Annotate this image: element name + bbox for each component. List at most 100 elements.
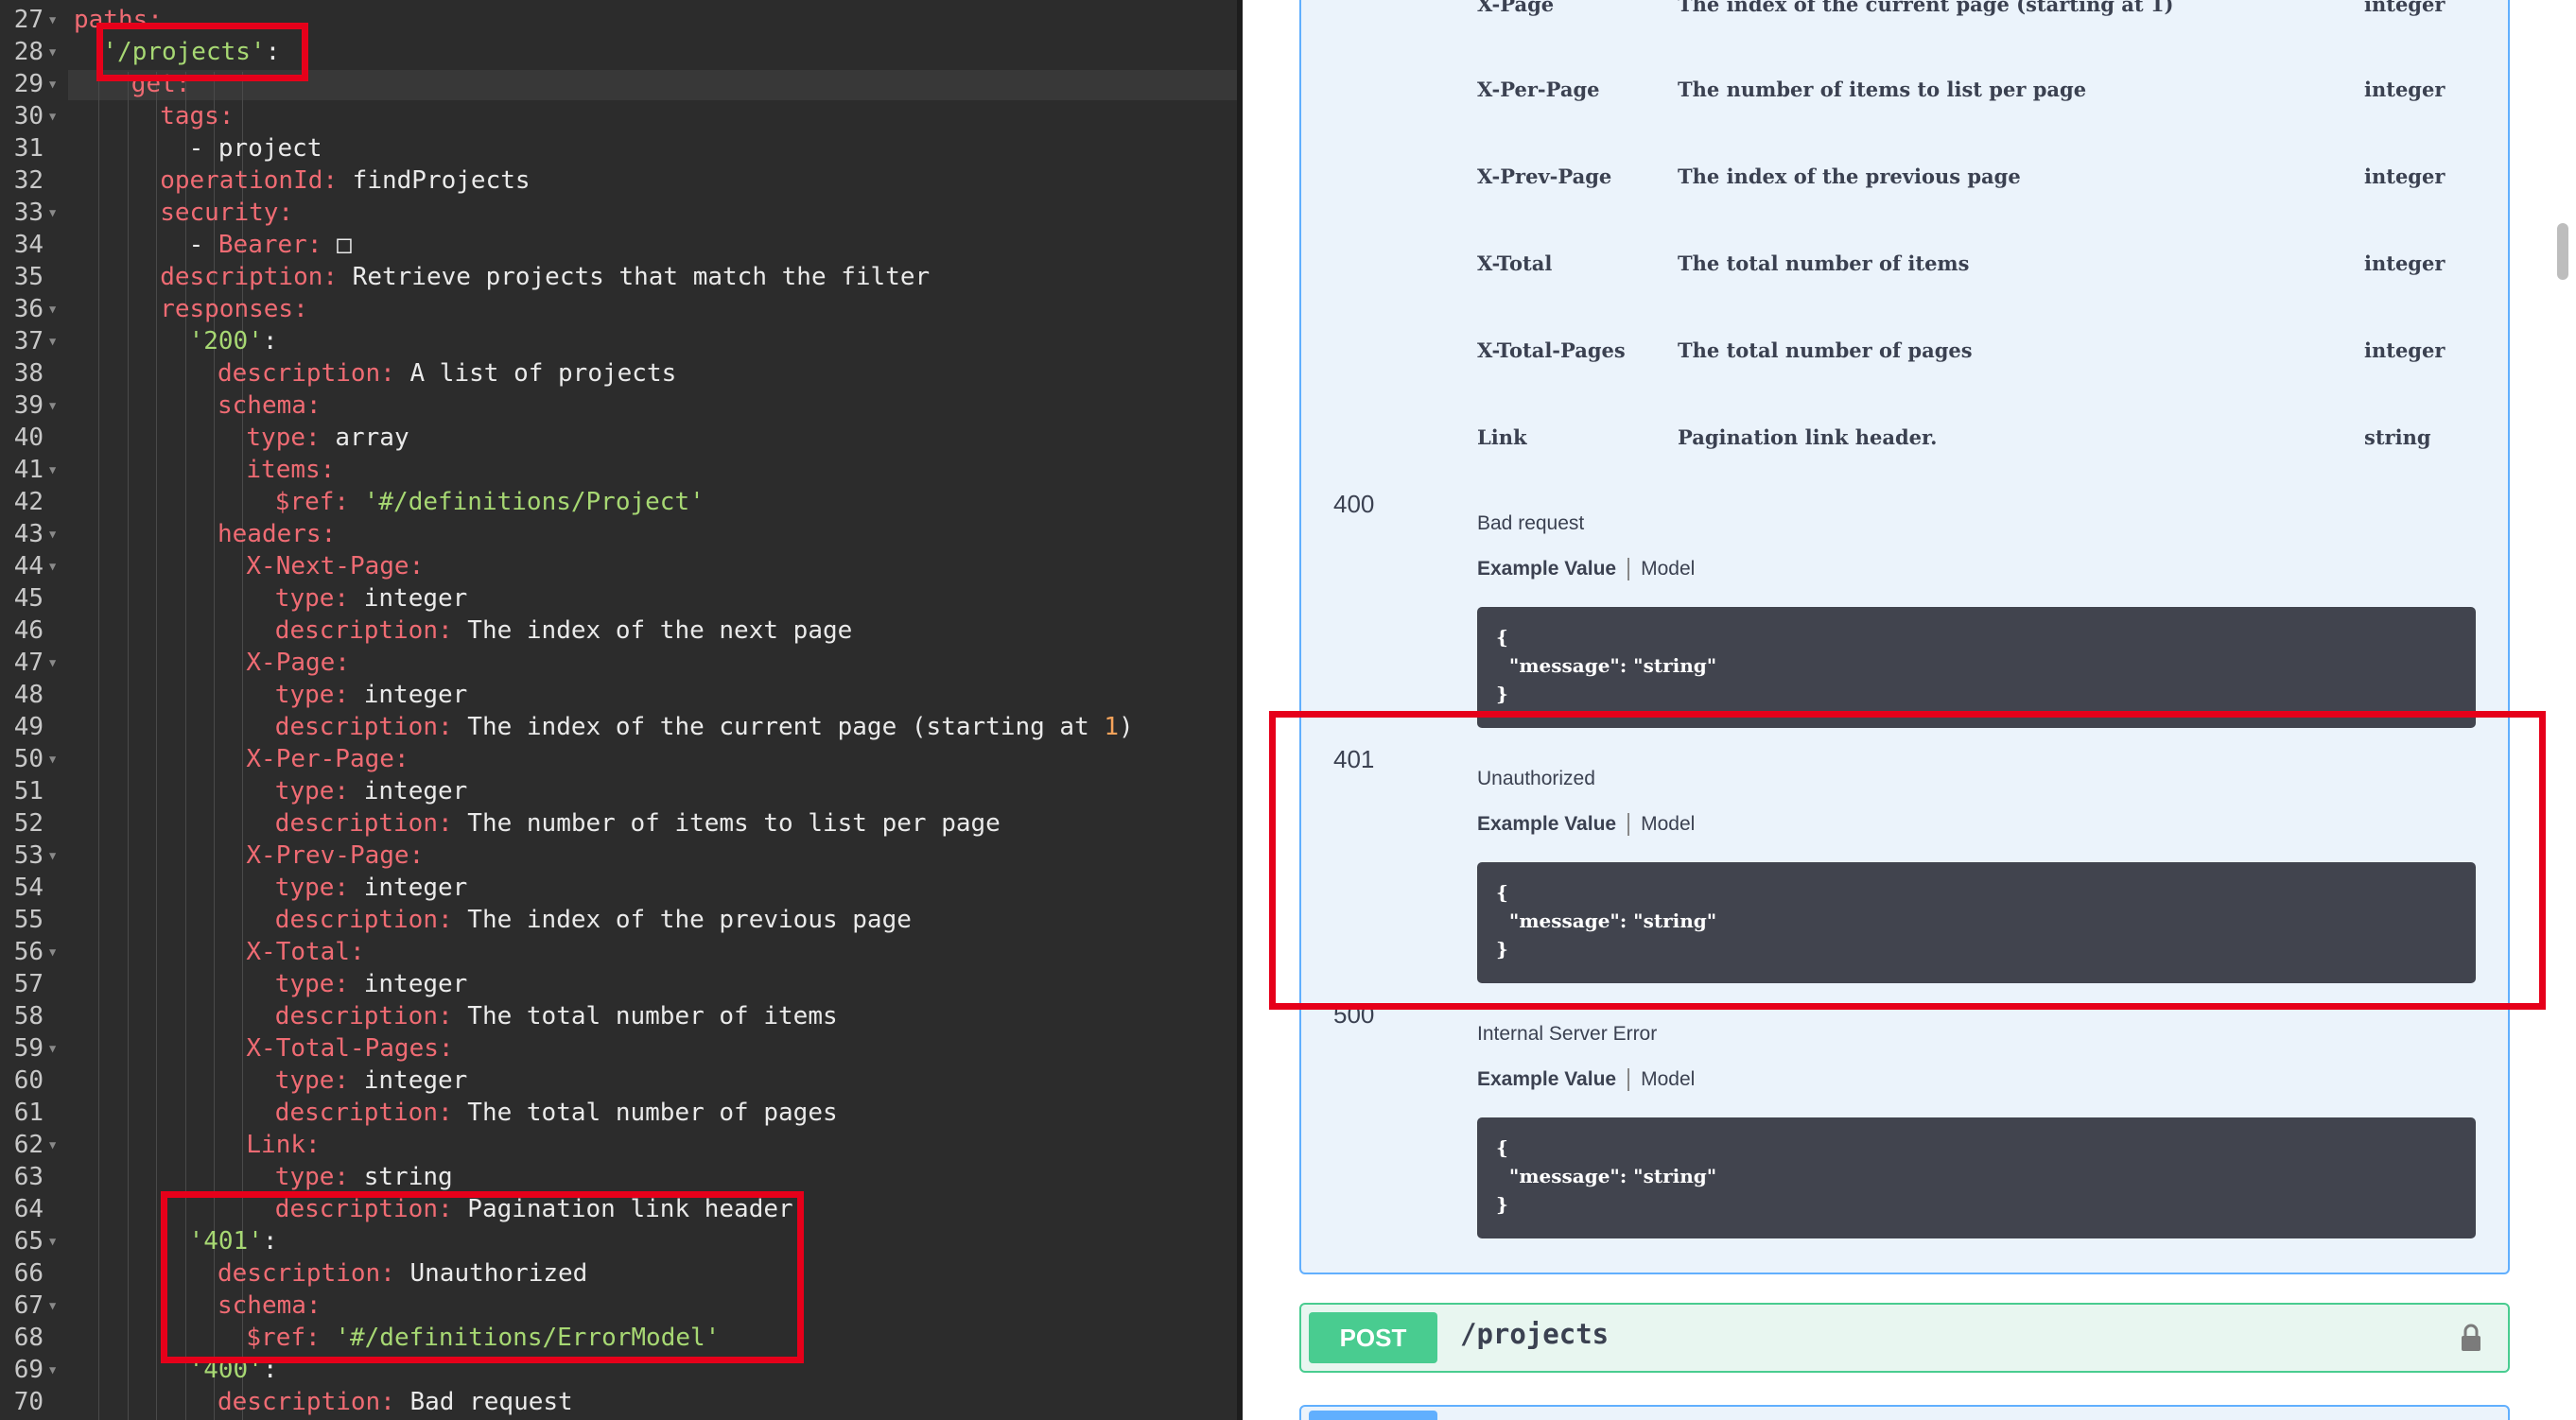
code-text: type: integer [275,582,468,615]
line-number: 54 [13,874,44,902]
fold-chevron-icon[interactable]: ▼ [49,454,56,486]
code-line[interactable]: 56 ▼ X-Total: [0,936,1237,968]
fold-chevron-icon[interactable]: ▼ [49,197,56,229]
fold-chevron-icon[interactable]: ▼ [49,1290,56,1322]
docs-scrollbar[interactable] [2557,223,2568,280]
tab-example-value[interactable]: Example Value [1477,558,1616,580]
code-line[interactable]: 61 description: The total number of pages [0,1097,1237,1129]
code-text: description: The total number of pages [275,1097,838,1129]
code-token: ) [1119,713,1134,741]
code-text: description: The index of the next page [275,615,852,647]
code-line[interactable]: 58 description: The total number of items [0,1000,1237,1032]
code-line[interactable]: 40 type: array [0,422,1237,454]
code-line[interactable]: 39 ▼ schema: [0,390,1237,422]
fold-chevron-icon[interactable]: ▼ [49,100,56,132]
fold-chevron-icon[interactable]: ▼ [49,936,56,968]
code-token: - project [188,134,322,163]
code-line[interactable]: 43 ▼ headers: [0,518,1237,550]
line-number: 48 [13,681,44,709]
next-operation[interactable] [1299,1405,2510,1420]
code-line[interactable]: 52 description: The number of items to li… [0,807,1237,840]
code-line[interactable]: 53 ▼ X-Prev-Page: [0,840,1237,872]
header-type: string [2364,425,2431,449]
code-line[interactable]: 46 description: The index of the next pag… [0,615,1237,647]
header-type: integer [2364,338,2445,362]
code-line[interactable]: 30 ▼ tags: [0,100,1237,132]
tab-example-value[interactable]: Example Value [1477,1068,1616,1091]
code-text: type: integer [275,968,468,1000]
code-token: array [320,424,409,452]
line-number: 45 [13,584,44,613]
fold-chevron-icon[interactable]: ▼ [49,1225,56,1257]
code-line[interactable]: 62 ▼ Link: [0,1129,1237,1161]
swagger-docs-pane[interactable]: X-Page The index of the current page (sta… [1243,0,2576,1420]
fold-chevron-icon[interactable]: ▼ [49,1129,56,1161]
code-line[interactable]: 70 description: Bad request [0,1386,1237,1418]
code-token: responses: [160,295,308,323]
code-line[interactable]: 35 description: Retrieve projects that ma… [0,261,1237,293]
code-token: description: [218,359,395,388]
code-line[interactable]: 63 type: string [0,1161,1237,1193]
code-line[interactable]: 45 type: integer [0,582,1237,615]
code-line[interactable]: 60 type: integer [0,1065,1237,1097]
fold-chevron-icon[interactable]: ▼ [49,36,56,68]
code-token: description: [274,713,453,741]
code-line[interactable]: 41 ▼ items: [0,454,1237,486]
code-line[interactable]: 42 $ref: '#/definitions/Project' [0,486,1237,518]
code-line[interactable]: 36 ▼ responses: [0,293,1237,325]
fold-chevron-icon[interactable]: ▼ [49,743,56,775]
code-line[interactable]: 34 - Bearer: □ [0,229,1237,261]
code-token: □ [322,231,352,259]
fold-chevron-icon[interactable]: ▼ [49,390,56,422]
code-text: - project [189,132,322,165]
fold-chevron-icon[interactable]: ▼ [49,68,56,100]
fold-chevron-icon[interactable]: ▼ [49,1354,56,1386]
code-token: X-Page: [246,649,350,677]
code-line[interactable]: 54 type: integer [0,872,1237,904]
code-line[interactable]: 49 description: The index of the current … [0,711,1237,743]
fold-chevron-icon[interactable]: ▼ [49,550,56,582]
code-token: type: [274,681,350,709]
example-value-box: { "message": "string" } [1477,607,2476,728]
fold-chevron-icon[interactable]: ▼ [49,840,56,872]
fold-chevron-icon[interactable]: ▼ [49,1032,56,1065]
lock-icon[interactable] [2461,1324,2481,1352]
fold-chevron-icon[interactable]: ▼ [49,325,56,357]
code-line[interactable]: 38 description: A list of projects [0,357,1237,390]
tab-model[interactable]: Model [1641,1068,1695,1091]
code-line[interactable]: 55 description: The index of the previous… [0,904,1237,936]
code-line[interactable]: 48 type: integer [0,679,1237,711]
code-token: '200' [188,327,263,355]
code-text: description: The total number of items [275,1000,838,1032]
header-type: integer [2364,251,2445,275]
code-line[interactable]: 33 ▼ security: [0,197,1237,229]
code-line[interactable]: 31 - project [0,132,1237,165]
example-line: { [1496,1136,1508,1159]
code-line[interactable]: 57 type: integer [0,968,1237,1000]
code-token: security: [160,199,294,227]
code-token: X-Total: [246,938,365,966]
line-number: 30 [13,102,44,130]
code-line[interactable]: 59 ▼ X-Total-Pages: [0,1032,1237,1065]
code-token: X-Prev-Page: [246,841,425,870]
code-text: description: Retrieve projects that matc… [160,261,930,293]
line-number: 28 [13,38,44,66]
post-projects-operation[interactable]: POST /projects [1299,1303,2510,1373]
line-number: 34 [13,231,44,259]
code-token: The number of items to list per page [452,809,1001,838]
code-line[interactable]: 32 operationId: findProjects [0,165,1237,197]
code-line[interactable]: 51 type: integer [0,775,1237,807]
fold-chevron-icon[interactable]: ▼ [49,293,56,325]
fold-chevron-icon[interactable]: ▼ [49,518,56,550]
code-line[interactable]: 37 ▼ '200': [0,325,1237,357]
tab-model[interactable]: Model [1641,558,1695,580]
code-line[interactable]: 44 ▼ X-Next-Page: [0,550,1237,582]
fold-chevron-icon[interactable]: ▼ [49,647,56,679]
example-value-box: { "message": "string" } [1477,1117,2476,1238]
code-line[interactable]: 47 ▼ X-Page: [0,647,1237,679]
response-description: Bad request [1477,512,1585,534]
fold-chevron-icon[interactable]: ▼ [49,4,56,36]
header-description: The number of items to list per page [1678,78,2087,101]
yaml-editor[interactable]: 27 ▼ paths: 28 ▼ '/projects': 29 ▼ get: 30 ▼ tags: 3… [0,0,1237,1420]
code-line[interactable]: 50 ▼ X-Per-Page: [0,743,1237,775]
